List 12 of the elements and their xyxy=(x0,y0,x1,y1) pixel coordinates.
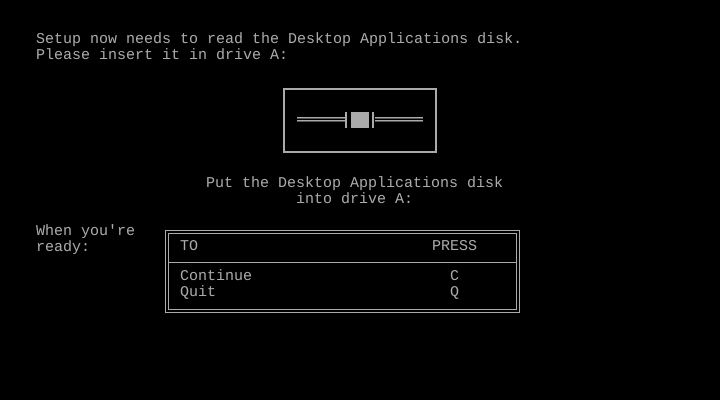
column-header: PRESS xyxy=(432,238,478,255)
instruction-line: Put the Desktop Applications disk xyxy=(206,176,504,192)
key-label: C xyxy=(450,268,459,285)
prompt-line: ready: xyxy=(36,240,90,256)
message-line: Please insert it in drive A: xyxy=(36,48,288,64)
message-line: Setup now needs to read the Desktop Applications disk. xyxy=(36,32,522,48)
action-label: Quit xyxy=(180,284,216,301)
column-header: TO xyxy=(180,238,198,255)
key-label: Q xyxy=(450,284,459,301)
instruction-line: into drive A: xyxy=(296,192,414,208)
prompt-line: When you're xyxy=(36,224,136,240)
action-label: Continue xyxy=(180,268,252,285)
